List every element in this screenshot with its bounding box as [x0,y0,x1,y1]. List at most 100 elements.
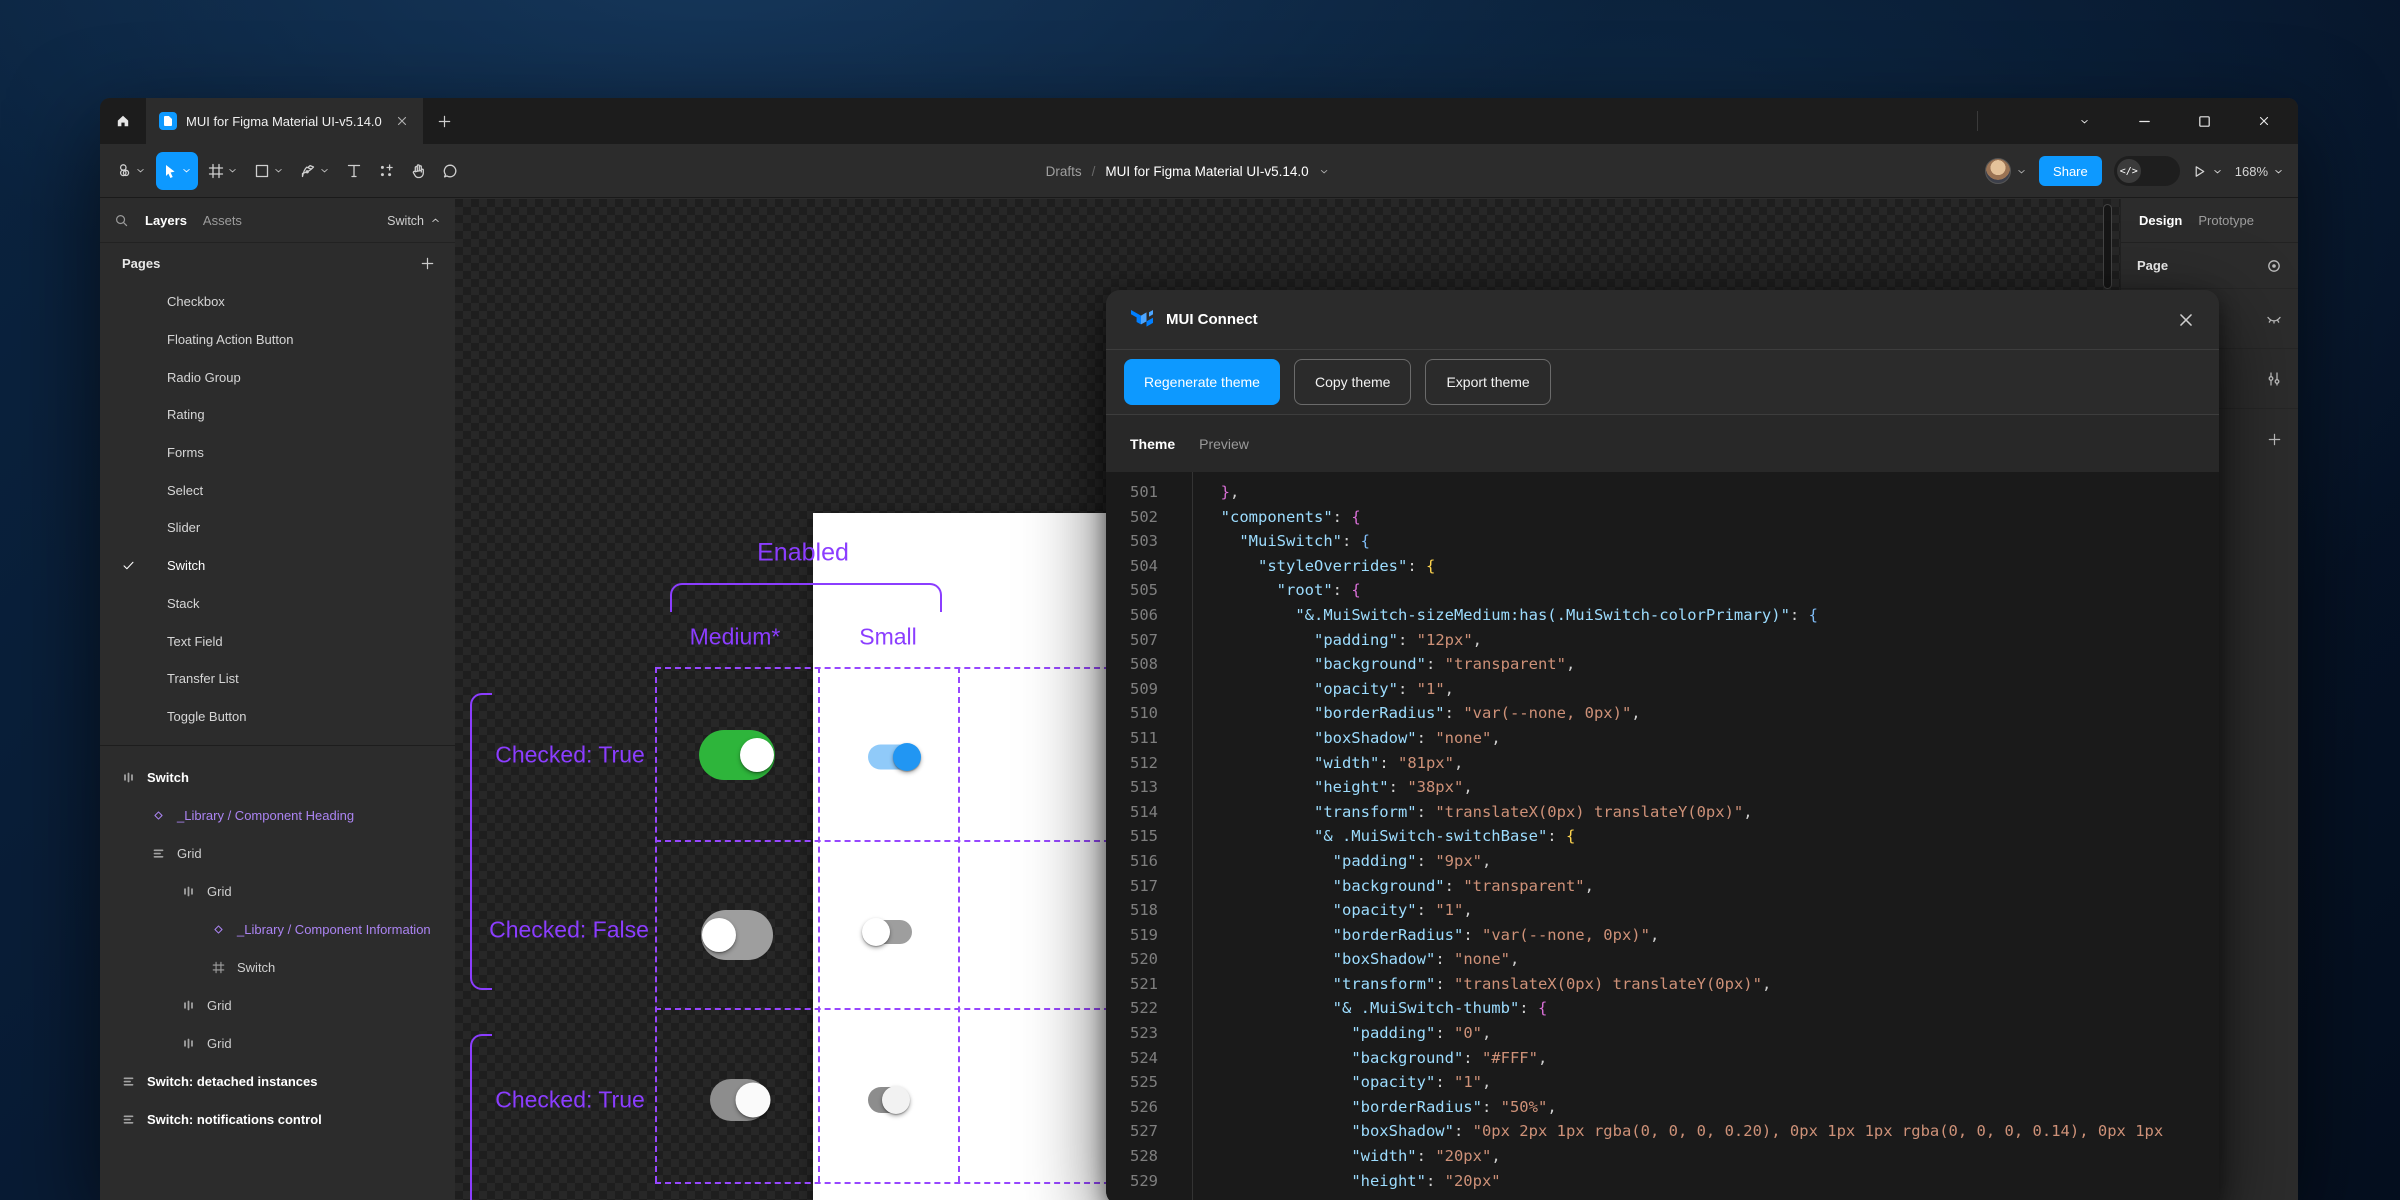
window-menu-chevron-icon[interactable] [2072,109,2096,133]
chevron-down-icon[interactable] [319,165,330,176]
row-label-2[interactable]: Checked: True [495,1087,645,1114]
layer-row-grid[interactable]: Grid [100,872,455,910]
plus-icon[interactable] [2267,432,2282,447]
switch-thumb-row0-col1[interactable] [893,743,921,771]
page-item-transfer-list[interactable]: Transfer List [100,660,455,698]
layer-row-grid[interactable]: Grid [100,986,455,1024]
chevron-down-icon[interactable] [273,165,284,176]
page-item-stack[interactable]: Stack [100,585,455,623]
column-header-small[interactable]: Small [859,624,917,651]
page-item-label: Floating Action Button [167,332,293,347]
tab-assets[interactable]: Assets [203,213,242,228]
tab-theme[interactable]: Theme [1130,436,1175,452]
breadcrumb-root[interactable]: Drafts [1046,164,1082,179]
code-line-506: 506 "&.MuiSwitch-sizeMedium:has(.MuiSwit… [1106,603,2219,628]
column-header-medium[interactable]: Medium* [690,624,781,651]
file-tab-title: MUI for Figma Material UI-v5.14.0 [186,114,382,129]
page-item-select[interactable]: Select [100,471,455,509]
zoom-control[interactable]: 168% [2235,164,2284,179]
regenerate-theme-button[interactable]: Regenerate theme [1124,359,1280,405]
sliders-icon[interactable] [2266,371,2282,387]
new-tab-button[interactable] [423,98,467,144]
tab-prototype[interactable]: Prototype [2198,213,2254,228]
layer-row-switch[interactable]: Switch [100,948,455,986]
avatar[interactable] [1985,158,2011,184]
search-icon[interactable] [114,213,129,228]
code-line-517: 517 "background": "transparent", [1106,874,2219,899]
tab-preview[interactable]: Preview [1199,436,1249,452]
breadcrumb[interactable]: Drafts / MUI for Figma Material UI-v5.14… [1046,144,1330,198]
switch-thumb-row2-col0[interactable] [736,1083,771,1118]
move-cursor-tool[interactable] [156,152,198,190]
code-icon: </> [2117,159,2141,183]
layer-label: _Library / Component Information [237,922,431,937]
chevron-down-icon[interactable] [135,165,146,176]
code-line-524: 524 "background": "#FFF", [1106,1046,2219,1071]
present-play-icon[interactable] [2192,164,2207,179]
pen-tool-tool[interactable] [294,152,336,190]
layer-row--library-component-heading[interactable]: _Library / Component Heading [100,796,455,834]
chevron-down-icon[interactable] [2212,166,2223,177]
frame-tool-tool[interactable] [202,152,244,190]
comment-tool-tool[interactable] [436,152,464,190]
blend-circle-icon[interactable] [2266,258,2282,274]
grid-dashed-hline [655,840,1110,842]
shape-tool-tool[interactable] [248,152,290,190]
breadcrumb-file-title[interactable]: MUI for Figma Material UI-v5.14.0 [1105,164,1308,179]
page-item-rating[interactable]: Rating [100,396,455,434]
share-button[interactable]: Share [2039,156,2102,186]
switch-thumb-row1-col1[interactable] [862,918,890,946]
minimize-icon[interactable] [2132,109,2156,133]
page-item-floating-action-button[interactable]: Floating Action Button [100,321,455,359]
tab-layers[interactable]: Layers [145,213,187,228]
chevron-down-icon[interactable] [227,165,238,176]
copy-theme-button[interactable]: Copy theme [1294,359,1411,405]
bracket-left-disabled-group [470,1034,492,1200]
auto-layout-icon [180,1037,196,1050]
page-item-label: Slider [167,520,200,535]
chevron-down-icon[interactable] [2016,166,2027,177]
add-page-button[interactable] [420,256,435,271]
layer-row--library-component-information[interactable]: _Library / Component Information [100,910,455,948]
pen-tool-icon [300,163,316,179]
tab-close-icon[interactable] [395,114,409,128]
page-item-toggle-button[interactable]: Toggle Button [100,698,455,736]
layer-row-switch-detached-instances[interactable]: Switch: detached instances [100,1062,455,1100]
page-item-switch[interactable]: Switch [100,547,455,585]
canvas-scrollbar[interactable] [2103,204,2112,289]
hand-tool-tool[interactable] [404,152,432,190]
page-item-forms[interactable]: Forms [100,434,455,472]
switch-thumb-row0-col0[interactable] [740,738,774,772]
actions-tool-tool[interactable] [372,152,400,190]
figma-menu-tool[interactable] [110,152,152,190]
page-item-text-field[interactable]: Text Field [100,622,455,660]
dev-mode-toggle[interactable]: </> [2114,156,2180,186]
page-item-slider[interactable]: Slider [100,509,455,547]
home-button[interactable] [100,98,146,144]
file-tab[interactable]: MUI for Figma Material UI-v5.14.0 [146,98,423,144]
export-theme-button[interactable]: Export theme [1425,359,1550,405]
theme-code-editor[interactable]: 501 },502 "components": {503 "MuiSwitch"… [1106,472,2219,1200]
page-item-radio-group[interactable]: Radio Group [100,358,455,396]
layer-row-grid[interactable]: Grid [100,1024,455,1062]
maximize-icon[interactable] [2192,109,2216,133]
layer-row-switch-notifications-control[interactable]: Switch: notifications control [100,1100,455,1138]
page-item-checkbox[interactable]: Checkbox [100,283,455,321]
dialog-close-icon[interactable] [2177,311,2195,329]
tab-design[interactable]: Design [2139,213,2182,228]
switch-thumb-row1-col0[interactable] [702,918,736,952]
close-icon[interactable] [2252,109,2276,133]
layer-row-grid[interactable]: Grid [100,834,455,872]
row-label-0[interactable]: Checked: True [495,742,645,769]
code-line-515: 515 "& .MuiSwitch-switchBase": { [1106,824,2219,849]
eye-closed-icon[interactable] [2266,311,2282,327]
chevron-down-icon[interactable] [1319,166,1330,177]
page-selector[interactable]: Switch [387,214,441,228]
chevron-down-icon[interactable] [181,165,192,176]
switch-thumb-row2-col1[interactable] [882,1086,910,1114]
text-tool-tool[interactable] [340,152,368,190]
layer-row-switch[interactable]: Switch [100,758,455,796]
row-label-1[interactable]: Checked: False [489,917,649,944]
page-item-label: Forms [167,445,204,460]
group-title-enabled[interactable]: Enabled [757,539,849,568]
